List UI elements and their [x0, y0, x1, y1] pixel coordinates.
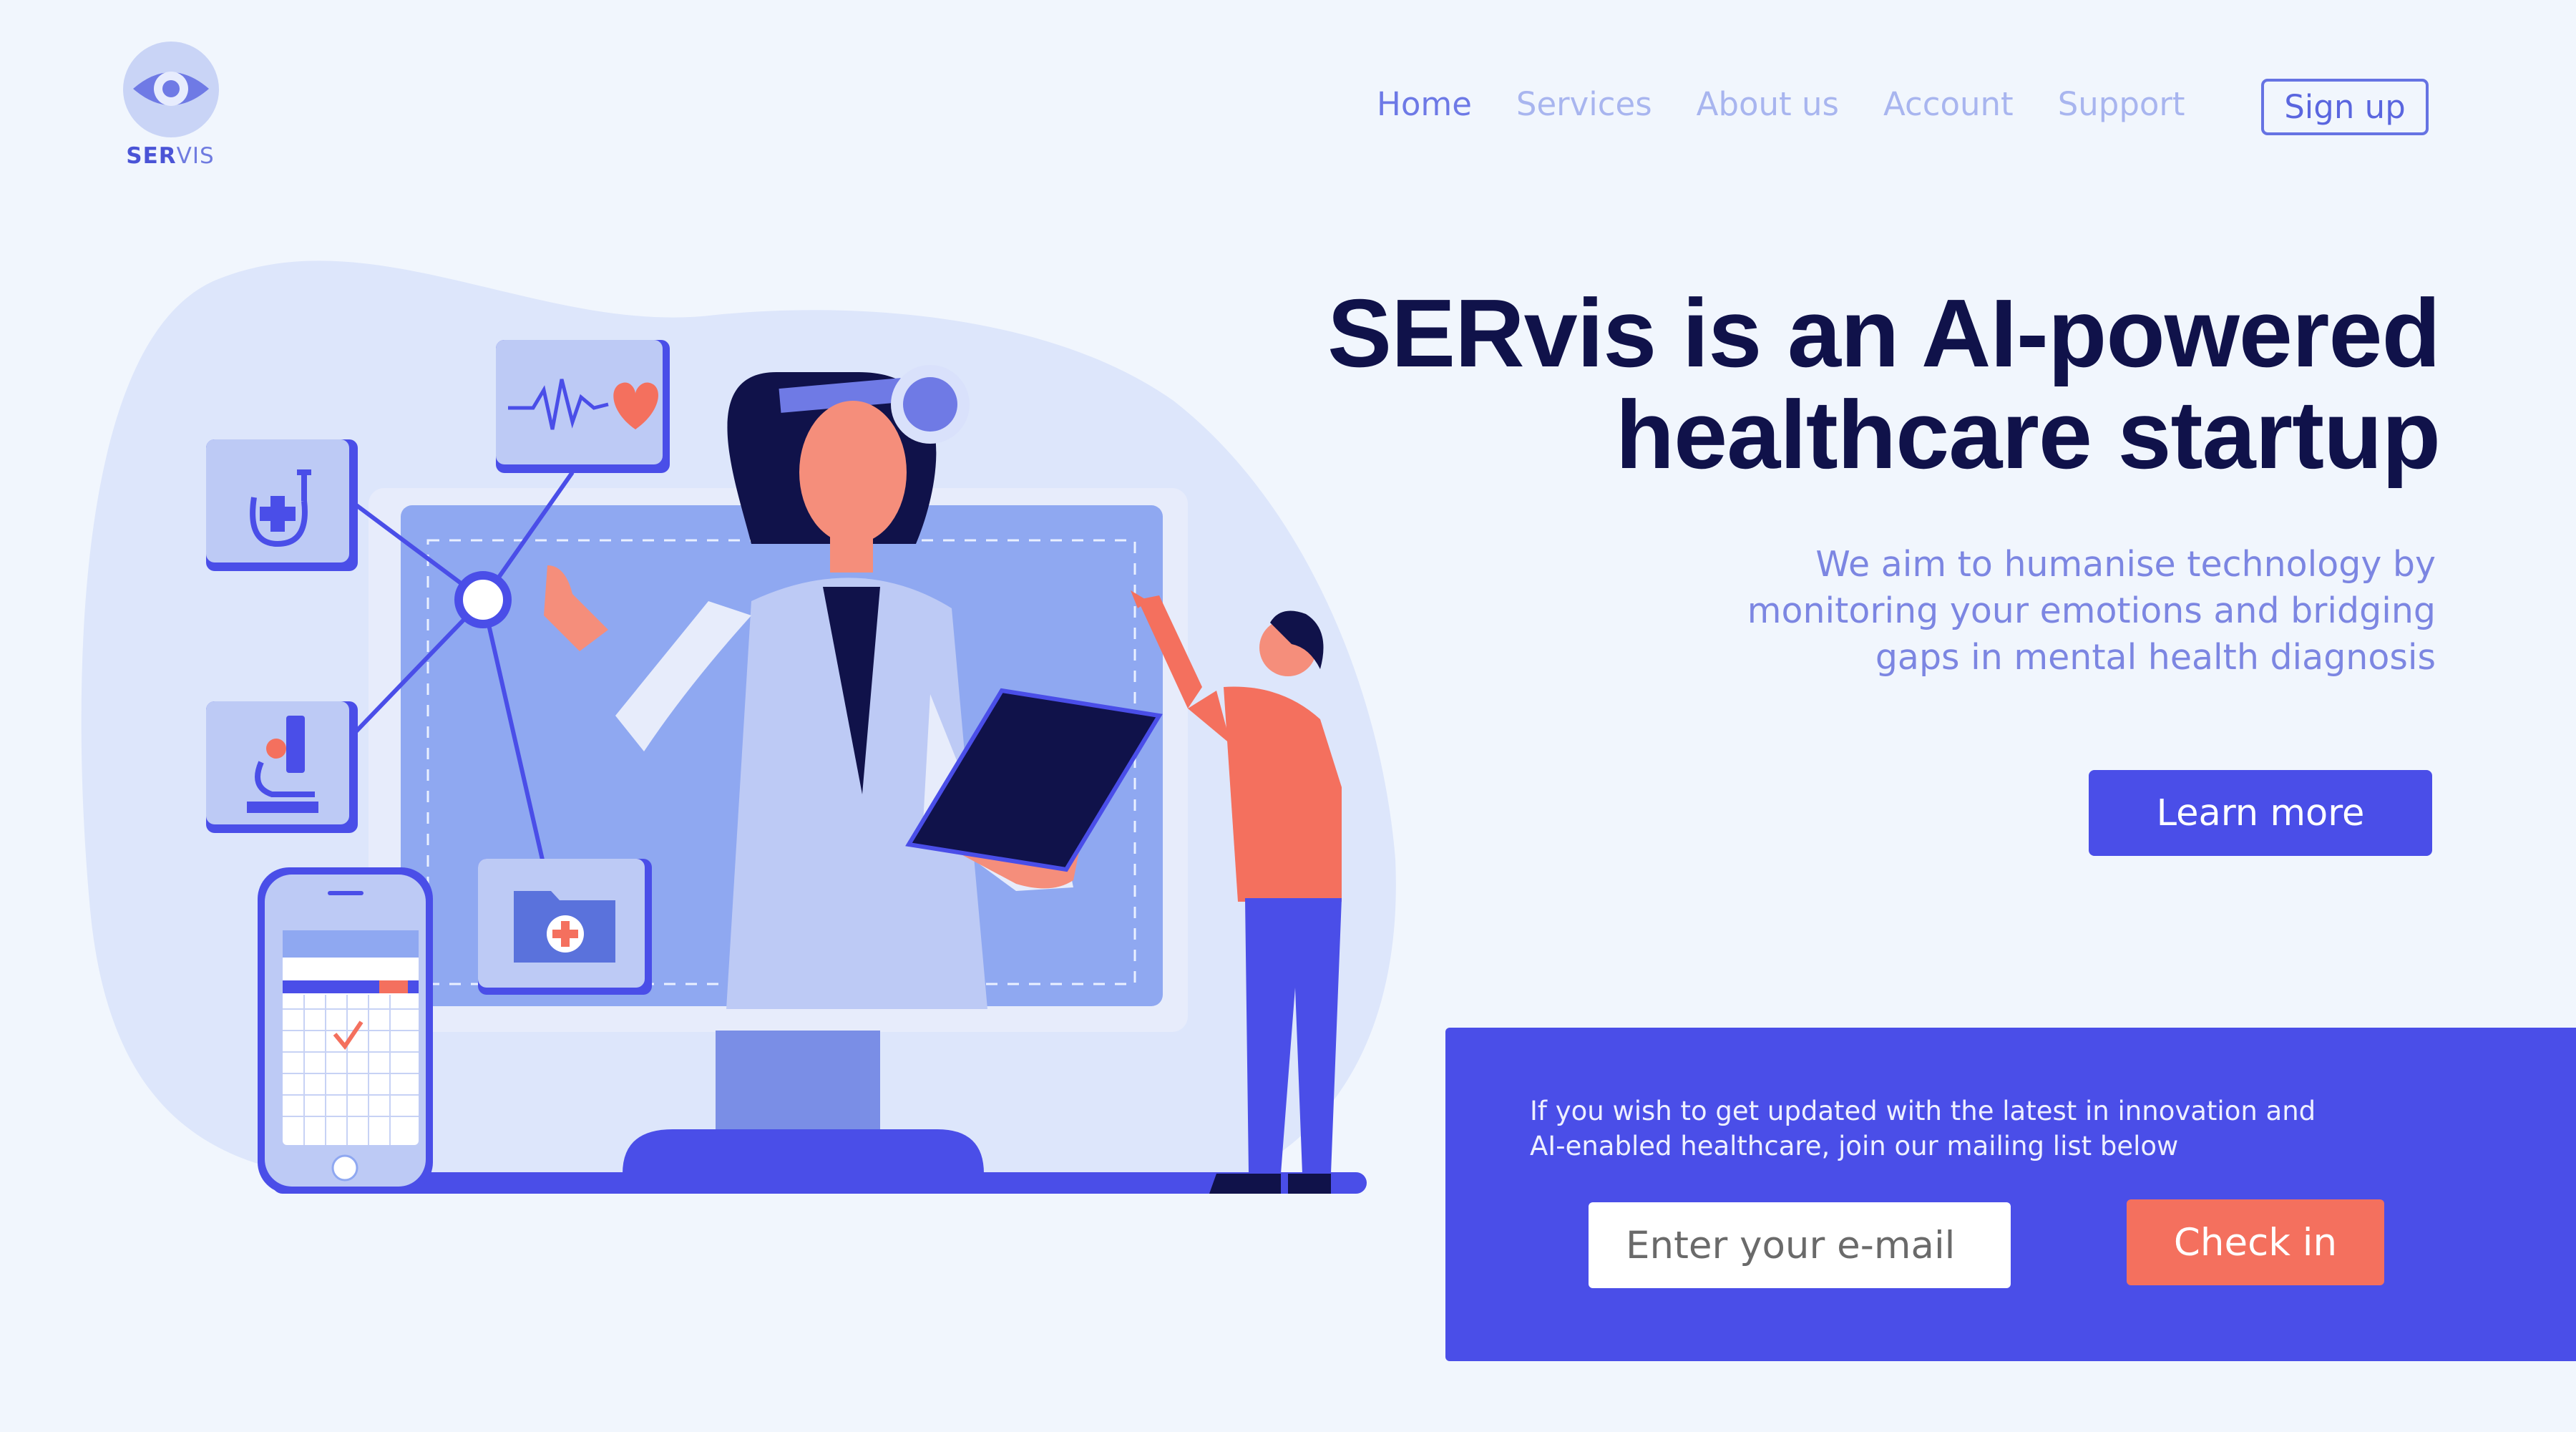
- nav-support[interactable]: Support: [2058, 82, 2185, 127]
- logo-wordmark: SERVIS: [120, 143, 220, 169]
- logo-wordmark-suffix: VIS: [176, 143, 215, 169]
- learn-more-button[interactable]: Learn more: [2089, 770, 2432, 856]
- hero-subtitle-line-3: gaps in mental health diagnosis: [1875, 637, 2436, 678]
- telemedicine-illustration: [81, 260, 1396, 1194]
- nav-services[interactable]: Services: [1516, 82, 1652, 127]
- main-nav: Home Services About us Account Support: [1377, 82, 2185, 127]
- nav-account[interactable]: Account: [1883, 82, 2014, 127]
- hero-title-line-2: healthcare startup: [1615, 381, 2441, 489]
- newsletter-text: If you wish to get updated with the late…: [1530, 1094, 2317, 1164]
- medical-folder-icon: [478, 859, 652, 995]
- hero-subtitle-line-2: monitoring your emotions and bridging: [1747, 590, 2436, 631]
- hero-title-line-1: SERvis is an AI-powered: [1327, 279, 2441, 387]
- nav-about-us[interactable]: About us: [1697, 82, 1839, 127]
- microscope-icon: [206, 701, 358, 833]
- stethoscope-icon: [206, 439, 358, 571]
- logo-wordmark-prefix: SER: [126, 143, 177, 169]
- heartbeat-icon: [496, 340, 670, 473]
- hero-title: SERvis is an AI-powered healthcare start…: [1224, 279, 2441, 489]
- newsletter-text-line-1: If you wish to get updated with the late…: [1530, 1096, 2316, 1126]
- newsletter-panel: If you wish to get updated with the late…: [1445, 1028, 2576, 1361]
- nav-home[interactable]: Home: [1377, 82, 1472, 127]
- newsletter-text-line-2: AI-enabled healthcare, join our mailing …: [1530, 1131, 2179, 1161]
- hero-subtitle: We aim to humanise technology by monitor…: [1649, 541, 2436, 681]
- email-input[interactable]: [1589, 1202, 2011, 1288]
- network-node: [454, 571, 512, 628]
- calendar-phone-icon: [258, 867, 433, 1194]
- sign-up-button[interactable]: Sign up: [2261, 79, 2429, 135]
- check-in-button[interactable]: Check in: [2127, 1199, 2384, 1285]
- eye-icon: [123, 42, 219, 137]
- hero-subtitle-line-1: We aim to humanise technology by: [1815, 544, 2436, 585]
- logo[interactable]: SERVIS: [120, 42, 220, 177]
